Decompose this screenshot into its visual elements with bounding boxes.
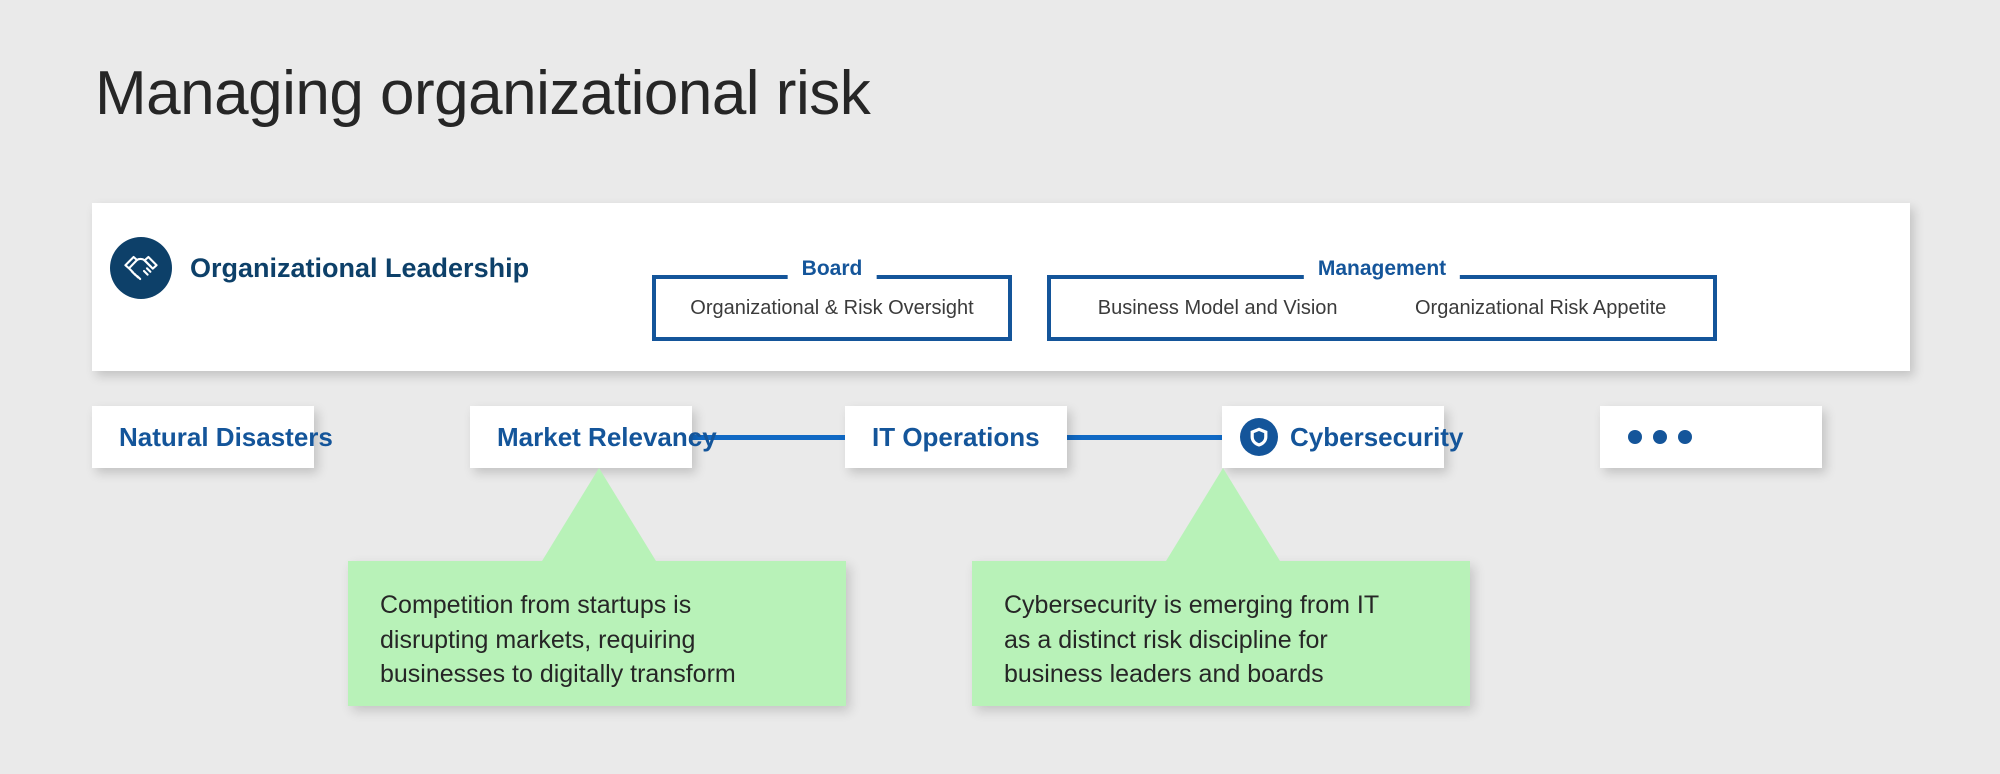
- management-group: Management Business Model and Vision Org…: [1047, 258, 1717, 341]
- leadership-title: Organizational Leadership: [190, 252, 530, 283]
- risk-box-it-operations[interactable]: IT Operations: [845, 406, 1067, 468]
- risk-label-cybersecurity: Cybersecurity: [1290, 421, 1464, 452]
- risk-label-it-operations: IT Operations: [872, 421, 1040, 452]
- callout-text-market: Competition from startups is disrupting …: [380, 591, 736, 688]
- board-group-items: Organizational & Risk Oversight: [656, 279, 1008, 337]
- connector-itops-to-cyber: [1067, 435, 1222, 440]
- risk-box-natural-disasters[interactable]: Natural Disasters: [92, 406, 333, 468]
- callout-cybersecurity: Cybersecurity is emerging from IT as a d…: [972, 468, 1470, 706]
- board-group: Board Organizational & Risk Oversight: [652, 258, 1012, 341]
- risk-box-cybersecurity[interactable]: Cybersecurity: [1222, 406, 1463, 468]
- risk-box-more[interactable]: [1600, 406, 1822, 468]
- risk-category-row: Natural Disasters Market Relevancy IT Op…: [0, 406, 2000, 474]
- organizational-leadership-panel: Organizational Leadership Board Organiza…: [92, 203, 1910, 371]
- board-group-title: Board: [787, 258, 877, 279]
- management-group-items: Business Model and Vision Organizational…: [1051, 279, 1713, 337]
- management-group-title: Management: [1303, 258, 1461, 279]
- callout-market-relevancy: Competition from startups is disrupting …: [348, 468, 846, 706]
- slide-canvas: Managing organizational risk Organizatio…: [0, 0, 2000, 774]
- risk-label-market-relevancy: Market Relevancy: [497, 421, 717, 452]
- callout-pointer-cyber: [1166, 468, 1280, 561]
- leadership-header: Organizational Leadership: [110, 237, 529, 299]
- risk-box-market-relevancy[interactable]: Market Relevancy: [470, 406, 717, 468]
- risk-label-natural-disasters: Natural Disasters: [119, 421, 333, 452]
- callout-pointer-market: [542, 468, 656, 561]
- ellipsis-icon: [1628, 430, 1692, 444]
- board-item-oversight: Organizational & Risk Oversight: [690, 296, 974, 319]
- callout-text-cyber: Cybersecurity is emerging from IT as a d…: [1004, 591, 1380, 688]
- handshake-icon: [110, 237, 172, 299]
- management-item-risk-appetite: Organizational Risk Appetite: [1415, 296, 1667, 319]
- shield-icon: [1240, 418, 1278, 456]
- page-title: Managing organizational risk: [95, 59, 871, 128]
- management-item-business-model: Business Model and Vision: [1097, 296, 1338, 319]
